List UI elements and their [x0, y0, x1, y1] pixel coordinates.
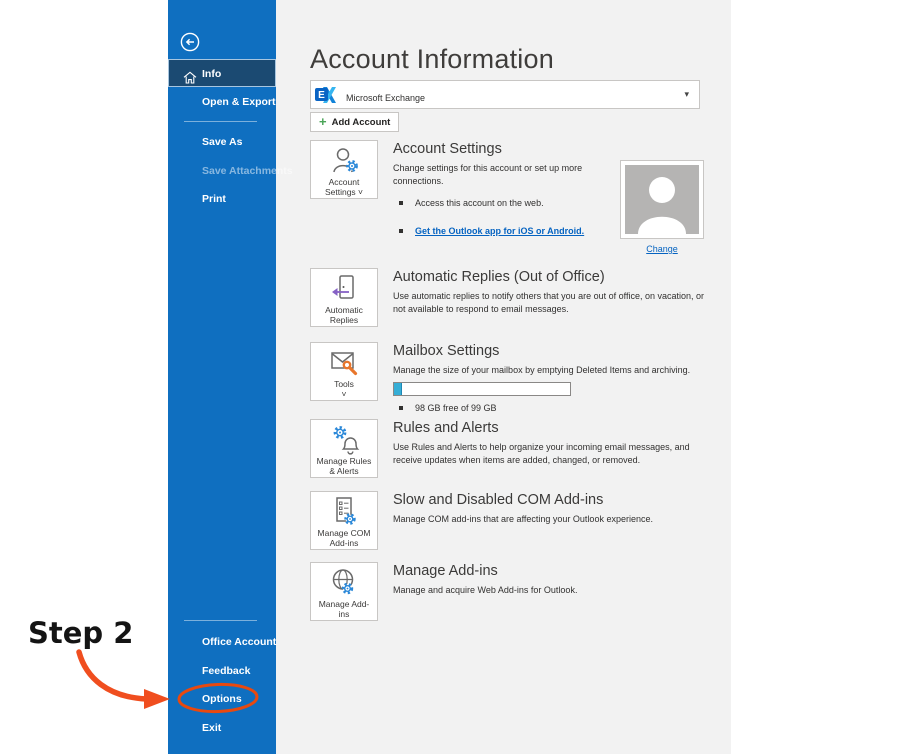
- profile-photo: Change: [620, 160, 704, 254]
- add-account-label: Add Account: [332, 117, 391, 128]
- section-title: Account Settings: [393, 141, 611, 157]
- section-title: Rules and Alerts: [393, 420, 717, 436]
- bullet-item: Get the Outlook app for iOS or Android.: [393, 226, 611, 236]
- automatic-replies-icon: [327, 272, 361, 306]
- outlook-backstage-window: Info Open & Export Save As Save Attachme…: [168, 0, 731, 754]
- sidebar-item-feedback[interactable]: Feedback: [168, 663, 276, 680]
- section-title: Mailbox Settings: [393, 343, 717, 359]
- sidebar-divider: [184, 620, 257, 621]
- account-settings-icon: [327, 144, 361, 178]
- sidebar-item-open-export[interactable]: Open & Export: [168, 94, 276, 111]
- button-label: Tools˅: [334, 380, 354, 399]
- bullet-marker: [399, 201, 403, 205]
- tools-button[interactable]: Tools˅: [310, 342, 378, 401]
- home-icon: [183, 67, 197, 95]
- arrow-left-circle-icon: [180, 32, 200, 52]
- manage-rules-button[interactable]: Manage Rules& Alerts: [310, 419, 378, 478]
- sidebar-item-label: Info: [202, 68, 221, 80]
- mailbox-usage-bar: [393, 382, 571, 396]
- section-description: Use automatic replies to notify others t…: [393, 290, 717, 316]
- account-selector[interactable]: E Microsoft Exchange ▾: [310, 80, 700, 109]
- web-addins-icon: [327, 566, 361, 600]
- bullet-marker: [399, 229, 403, 233]
- com-addins-section: Slow and Disabled COM Add-ins Manage COM…: [393, 492, 717, 526]
- bullet-item: 98 GB free of 99 GB: [393, 403, 717, 413]
- mailbox-settings-section: Mailbox Settings Manage the size of your…: [393, 343, 717, 413]
- mailbox-usage-fill: [394, 383, 402, 395]
- section-title: Manage Add-ins: [393, 563, 717, 579]
- sidebar-item-options[interactable]: Options: [168, 691, 276, 708]
- page-title: Account Information: [310, 44, 554, 75]
- section-title: Slow and Disabled COM Add-ins: [393, 492, 717, 508]
- bullet-marker: [399, 406, 403, 410]
- section-description: Manage and acquire Web Add-ins for Outlo…: [393, 584, 717, 597]
- com-addins-icon: [327, 495, 361, 529]
- step-annotation-label: Step 2: [28, 616, 133, 650]
- section-description: Change settings for this account or set …: [393, 162, 611, 188]
- outlook-app-link[interactable]: Get the Outlook app for iOS or Android.: [415, 226, 584, 236]
- plus-icon: +: [319, 113, 327, 131]
- section-description: Manage COM add-ins that are affecting yo…: [393, 513, 717, 526]
- bullet-item: Access this account on the web.: [393, 198, 611, 208]
- button-label: Manage Rules& Alerts: [317, 457, 372, 476]
- annotation-arrow-icon: [58, 644, 178, 710]
- change-photo-link[interactable]: Change: [620, 244, 704, 254]
- rules-alerts-icon: [327, 423, 361, 457]
- backstage-sidebar: Info Open & Export Save As Save Attachme…: [168, 0, 276, 754]
- bullet-text: Access this account on the web.: [415, 198, 544, 208]
- account-settings-section: Account Settings Change settings for thi…: [393, 141, 611, 236]
- svg-text:E: E: [318, 89, 325, 100]
- section-title: Automatic Replies (Out of Office): [393, 269, 717, 285]
- button-label: Manage COMAdd-ins: [318, 529, 371, 548]
- tools-icon: [327, 346, 361, 380]
- person-silhouette-icon: [625, 165, 699, 234]
- add-account-button[interactable]: + Add Account: [310, 112, 399, 132]
- chevron-down-icon: ▾: [684, 89, 689, 100]
- section-description: Use Rules and Alerts to help organize yo…: [393, 441, 717, 467]
- exchange-icon: E: [314, 83, 338, 107]
- sidebar-item-office-account[interactable]: Office Account: [168, 634, 276, 651]
- button-label: AccountSettings ˅: [325, 178, 363, 197]
- rules-alerts-section: Rules and Alerts Use Rules and Alerts to…: [393, 420, 717, 467]
- sidebar-item-info[interactable]: Info: [168, 59, 276, 87]
- screenshot-canvas: Step 2 Info: [0, 0, 900, 754]
- account-selector-value: Microsoft Exchange: [346, 93, 425, 103]
- automatic-replies-button[interactable]: AutomaticReplies: [310, 268, 378, 327]
- manage-addins-button[interactable]: Manage Add-ins: [310, 562, 378, 621]
- sidebar-item-print[interactable]: Print: [168, 191, 276, 208]
- button-label: Manage Add-ins: [319, 600, 370, 619]
- automatic-replies-section: Automatic Replies (Out of Office) Use au…: [393, 269, 717, 316]
- storage-text: 98 GB free of 99 GB: [415, 403, 497, 413]
- section-description: Manage the size of your mailbox by empty…: [393, 364, 717, 377]
- button-label: AutomaticReplies: [325, 306, 363, 325]
- sidebar-item-save-attachments: Save Attachments: [168, 163, 276, 180]
- profile-photo-frame: [620, 160, 704, 239]
- manage-addins-section: Manage Add-ins Manage and acquire Web Ad…: [393, 563, 717, 597]
- sidebar-item-exit[interactable]: Exit: [168, 720, 276, 737]
- sidebar-item-save-as[interactable]: Save As: [168, 134, 276, 151]
- account-settings-button[interactable]: AccountSettings ˅: [310, 140, 378, 199]
- sidebar-divider: [184, 121, 257, 122]
- manage-com-addins-button[interactable]: Manage COMAdd-ins: [310, 491, 378, 550]
- back-button[interactable]: [180, 32, 200, 52]
- account-information-pane: Account Information E Microsoft Exchange…: [276, 0, 731, 754]
